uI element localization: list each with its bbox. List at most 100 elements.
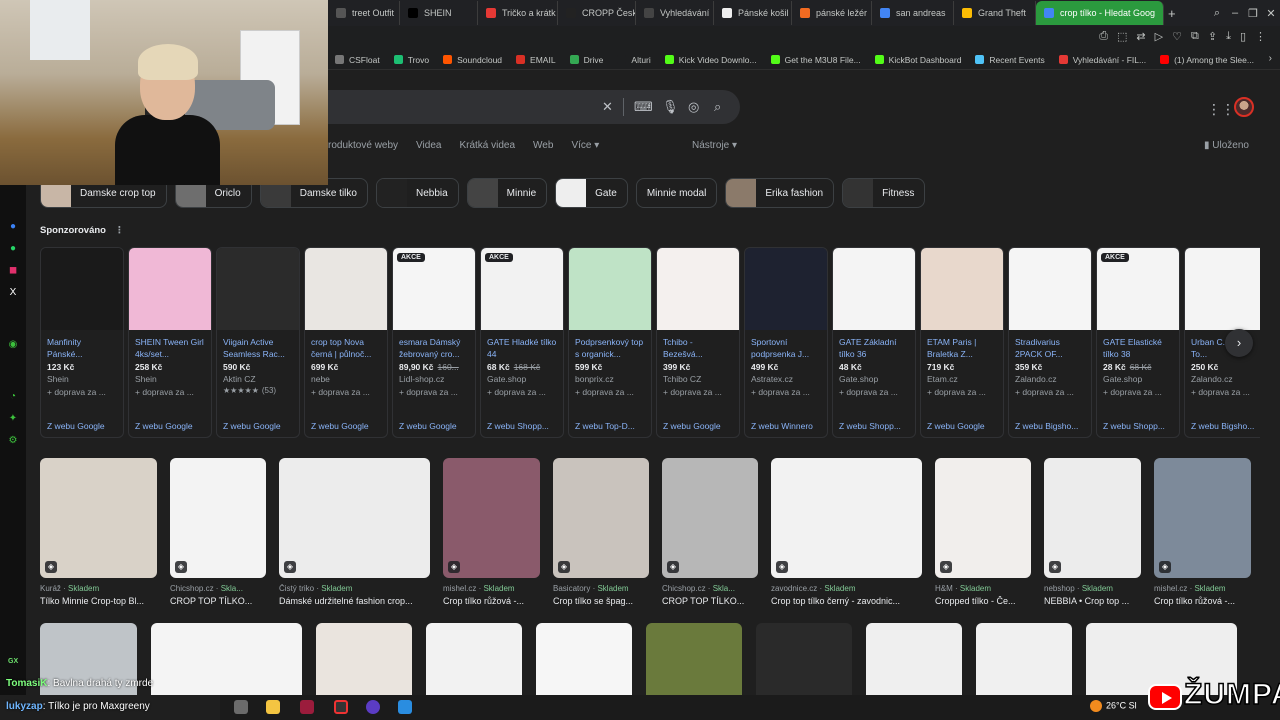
- image-thumbnail[interactable]: ◈: [170, 458, 266, 578]
- image-thumbnail[interactable]: [426, 623, 522, 695]
- product-source-link[interactable]: Z webu Shopp...: [1097, 421, 1179, 431]
- browser-tab[interactable]: treet Outfit: [328, 1, 400, 25]
- history-icon[interactable]: ◔: [7, 391, 19, 403]
- product-card[interactable]: AKCE GATE Hladké tílko 44 68 Kč 168 Kč Gate.…: [480, 247, 564, 438]
- tab-videos[interactable]: Videa: [416, 140, 441, 156]
- image-result[interactable]: ◈ zavodnice.cz · Skladem Crop top tílko če…: [771, 458, 922, 610]
- tab-more[interactable]: Více ▾: [571, 140, 599, 156]
- product-source-link[interactable]: Z webu Google: [657, 421, 739, 431]
- bookmark-item[interactable]: (1) Among the Slee...: [1153, 55, 1261, 65]
- bookmarks-more-icon[interactable]: ›: [1269, 53, 1272, 64]
- image-caption[interactable]: CROP TOP TÍLKO...: [170, 596, 266, 606]
- browser-tab[interactable]: Grand Theft: [954, 1, 1036, 25]
- close-icon[interactable]: ✕: [1262, 7, 1280, 20]
- product-title[interactable]: Tchibo - Bezešvá...: [657, 330, 739, 360]
- product-source-link[interactable]: Z webu Google: [921, 421, 1003, 431]
- image-thumbnail[interactable]: [976, 623, 1072, 695]
- heart-icon[interactable]: ♡: [1172, 30, 1182, 43]
- product-image[interactable]: AKCE: [393, 248, 475, 330]
- image-result[interactable]: ◈ nebshop · Skladem NEBBIA • Crop top ...: [1044, 458, 1141, 610]
- browser-tab[interactable]: Tričko a krátk: [478, 1, 558, 25]
- download-icon[interactable]: ⤓: [1226, 30, 1231, 43]
- product-image[interactable]: AKCE: [1097, 248, 1179, 330]
- image-thumbnail[interactable]: ◈: [443, 458, 540, 578]
- product-card[interactable]: AKCE GATE Elastické tílko 38 28 Kč 68 Kč Gat…: [1096, 247, 1180, 438]
- translate-icon[interactable]: ⇄: [1136, 30, 1145, 43]
- product-image[interactable]: [217, 248, 299, 330]
- product-title[interactable]: Manfinity Pánské...: [41, 330, 123, 360]
- bookmark-item[interactable]: Alturi: [610, 55, 657, 65]
- menu-icon[interactable]: ⋮: [1255, 30, 1266, 43]
- search-tabs-icon[interactable]: ⌕: [1208, 7, 1226, 20]
- product-source-link[interactable]: Z webu Google: [41, 421, 123, 431]
- product-source-link[interactable]: Z webu Shopp...: [833, 421, 915, 431]
- image-caption[interactable]: Crop top tílko černý - zavodnic...: [771, 596, 922, 606]
- bookmark-icon[interactable]: ⎙: [1099, 30, 1108, 43]
- bookmark-item[interactable]: Get the M3U8 File...: [764, 55, 868, 65]
- avatar[interactable]: [1234, 97, 1254, 117]
- product-source-link[interactable]: Z webu Google: [129, 421, 211, 431]
- product-card[interactable]: SHEIN Tween Girl 4ks/set... 258 Kč Shein + …: [128, 247, 212, 438]
- product-title[interactable]: GATE Hladké tílko 44: [481, 330, 563, 360]
- product-image[interactable]: [657, 248, 739, 330]
- new-tab-button[interactable]: +: [1168, 6, 1176, 21]
- saved-button[interactable]: ▮ Uloženo: [1204, 140, 1249, 151]
- bookmark-item[interactable]: EMAIL: [509, 55, 563, 65]
- product-title[interactable]: crop top Nova černá | půlnoč...: [305, 330, 387, 360]
- product-title[interactable]: GATE Základní tílko 36: [833, 330, 915, 360]
- bookmark-item[interactable]: KickBot Dashboard: [868, 55, 969, 65]
- image-result[interactable]: ◈ Basicatory · Skladem Crop tílko se špag.…: [553, 458, 649, 610]
- product-source-link[interactable]: Z webu Shopp...: [481, 421, 563, 431]
- image-thumbnail[interactable]: [646, 623, 742, 695]
- product-image[interactable]: [921, 248, 1003, 330]
- image-thumbnail[interactable]: ◈: [1044, 458, 1141, 578]
- tab-shopping[interactable]: roduktové weby: [328, 140, 398, 156]
- x-icon[interactable]: X: [7, 287, 19, 299]
- product-source-link[interactable]: Z webu Bigsho...: [1185, 421, 1260, 431]
- product-card[interactable]: Viigain Active Seamless Rac... 590 Kč Akti…: [216, 247, 300, 438]
- image-caption[interactable]: Dámské udržitelné fashion crop...: [279, 596, 430, 606]
- image-thumbnail[interactable]: ◈: [1154, 458, 1251, 578]
- tab-short-videos[interactable]: Krátká videa: [459, 140, 515, 156]
- image-caption[interactable]: NEBBIA • Crop top ...: [1044, 596, 1141, 606]
- image-thumbnail[interactable]: [536, 623, 632, 695]
- refinement-chip[interactable]: Minnie modal: [635, 178, 718, 208]
- product-source-link[interactable]: Z webu Google: [305, 421, 387, 431]
- product-image[interactable]: [569, 248, 651, 330]
- maximize-icon[interactable]: ❐: [1244, 7, 1262, 20]
- image-result[interactable]: ◈ Čistý triko · Skladem Dámské udržitelné …: [279, 458, 430, 610]
- product-image[interactable]: [745, 248, 827, 330]
- search-icon[interactable]: ⌕: [714, 99, 721, 115]
- image-caption[interactable]: Crop tílko růžová -...: [1154, 596, 1251, 606]
- product-card[interactable]: Podprsenkový top s organick... 599 Kč bonp…: [568, 247, 652, 438]
- product-card[interactable]: AKCE esmara Dámský žebrovaný cro... 89,90 …: [392, 247, 476, 438]
- bookmark-item[interactable]: Drive: [563, 55, 611, 65]
- messenger-icon[interactable]: ●: [7, 221, 19, 233]
- carousel-next-button[interactable]: ›: [1225, 329, 1253, 357]
- product-image[interactable]: [129, 248, 211, 330]
- sidebar-icon[interactable]: ▯: [1240, 30, 1246, 43]
- opera-gx-icon[interactable]: [300, 700, 314, 714]
- image-caption[interactable]: Tílko Minnie Crop-top Bl...: [40, 596, 157, 606]
- refinement-chip[interactable]: Fitness: [842, 178, 926, 208]
- product-image[interactable]: [833, 248, 915, 330]
- product-image[interactable]: [1185, 248, 1260, 330]
- refinement-chip[interactable]: Minnie: [466, 178, 548, 208]
- image-thumbnail[interactable]: ◈: [279, 458, 430, 578]
- keyboard-icon[interactable]: ⌨: [634, 99, 653, 115]
- image-thumbnail[interactable]: ◈: [771, 458, 922, 578]
- product-card[interactable]: ETAM Paris | Braletka Z... 719 Kč Etam.cz +…: [920, 247, 1004, 438]
- instagram-icon[interactable]: ◼: [7, 265, 19, 277]
- product-title[interactable]: Viigain Active Seamless Rac...: [217, 330, 299, 360]
- image-thumbnail[interactable]: ◈: [40, 458, 157, 578]
- image-caption[interactable]: Cropped tílko - Če...: [935, 596, 1031, 606]
- product-title[interactable]: Stradivarius 2PACK OF...: [1009, 330, 1091, 360]
- extensions-sidebar-icon[interactable]: ✦: [7, 413, 19, 425]
- microphone-icon[interactable]: 🎙: [662, 99, 679, 115]
- image-thumbnail[interactable]: ◈: [553, 458, 649, 578]
- search-box[interactable]: ✕ ⌨ 🎙 ◎ ⌕: [328, 90, 740, 124]
- obs-icon[interactable]: [334, 700, 348, 714]
- image-result[interactable]: ◈ Chicshop.cz · Skla... CROP TOP TÍLKO...: [662, 458, 758, 610]
- refinement-chip[interactable]: Erika fashion: [725, 178, 835, 208]
- image-caption[interactable]: CROP TOP TÍLKO...: [662, 596, 758, 606]
